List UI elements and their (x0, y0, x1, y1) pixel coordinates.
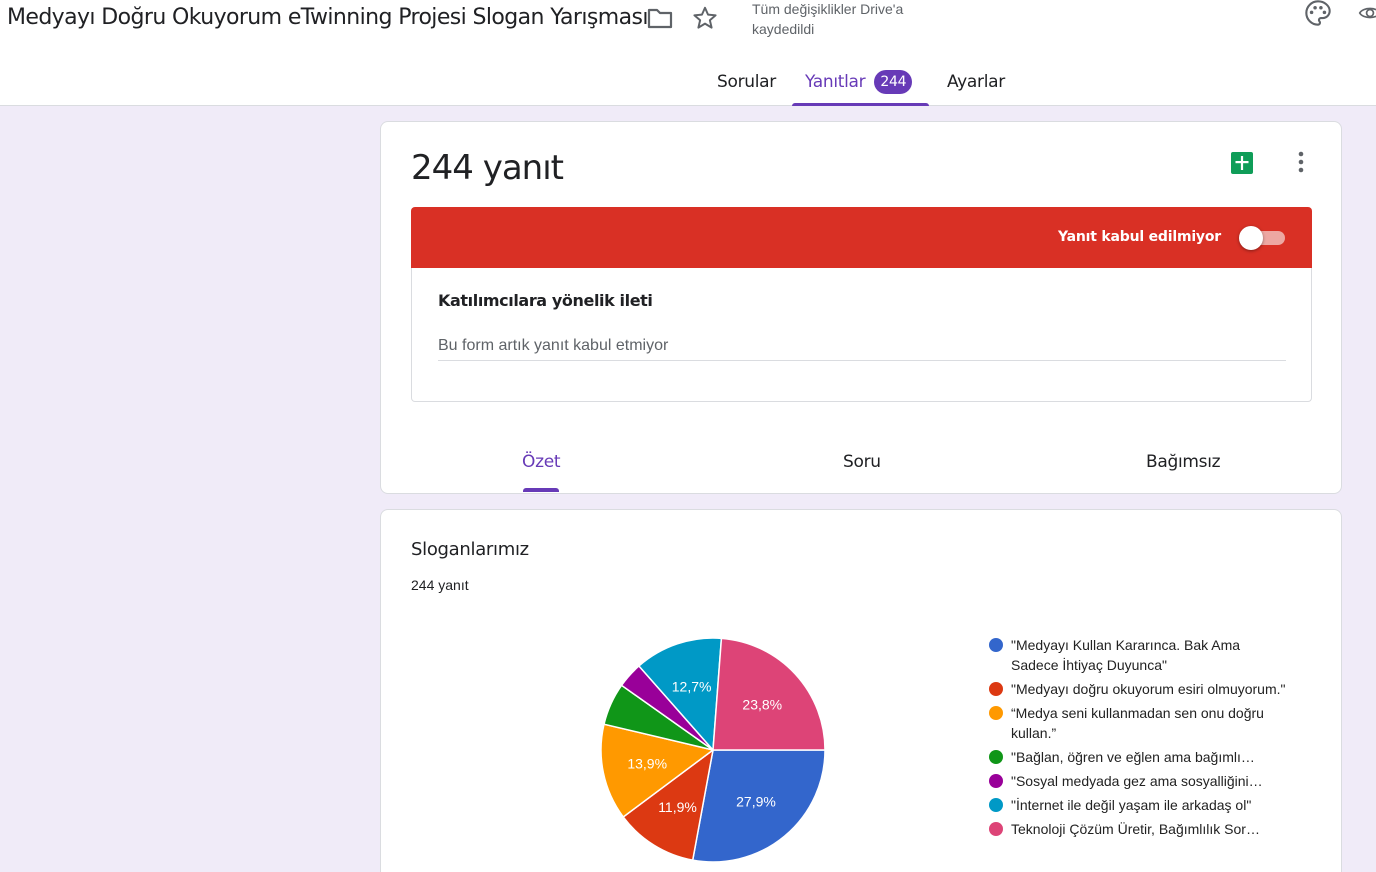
star-icon[interactable] (690, 3, 720, 33)
legend-dot (989, 682, 1003, 696)
legend-dot (989, 774, 1003, 788)
legend-item[interactable]: "Sosyal medyada gez ama sosyalliğini… (989, 771, 1289, 791)
tab-ayarlar[interactable]: Ayarlar (947, 60, 1005, 106)
legend-label: "Medyayı Kullan Kararınca. Bak Ama Sadec… (1011, 637, 1241, 673)
palette-icon[interactable] (1302, 0, 1334, 27)
legend-label: "İnternet ile değil yaşam ile arkadaş ol… (1011, 797, 1252, 813)
message-label: Katılımcılara yönelik ileti (438, 291, 653, 310)
more-options-icon[interactable] (1289, 148, 1313, 176)
folder-icon[interactable] (645, 4, 675, 32)
toggle-thumb (1239, 226, 1263, 250)
legend-item[interactable]: "İnternet ile değil yaşam ile arkadaş ol… (989, 795, 1289, 815)
pie-slice-label: 13,9% (627, 756, 667, 772)
banner-label: Yanıt kabul edilmiyor (1057, 229, 1221, 245)
question-response-count: 244 yanıt (411, 577, 469, 593)
save-status: Tüm değişiklikler Drive'a kaydedildi (752, 1, 904, 37)
legend-dot (989, 638, 1003, 652)
question-summary-card: Sloganlarımız 244 yanıt 27,9% 11,9% 13,9% 1… (380, 509, 1342, 872)
pie-slice-label: 23,8% (742, 696, 782, 712)
legend-dot (989, 798, 1003, 812)
legend-dot (989, 750, 1003, 764)
top-bar: Medyayı Doğru Okuyorum eTwinning Projesi… (0, 0, 1376, 106)
pie-chart: 27,9% 11,9% 13,9% 12,7% 23,8% (600, 637, 826, 863)
subtab-ozet[interactable]: Özet (522, 452, 561, 472)
legend-label: "Medyayı doğru okuyorum esiri olmuyorum.… (1011, 681, 1286, 697)
legend-item[interactable]: "Bağlan, öğren ve eğlen ama bağımlı… (989, 747, 1289, 767)
tab-yanitlar-label: Yanıtlar (805, 72, 866, 92)
legend-item[interactable]: "Medyayı doğru okuyorum esiri olmuyorum.… (989, 679, 1289, 699)
eye-icon[interactable] (1358, 0, 1376, 27)
pie-slice[interactable] (712, 637, 826, 751)
response-count-badge: 244 (874, 70, 913, 94)
tab-ayarlar-label: Ayarlar (947, 72, 1005, 92)
tab-sorular[interactable]: Sorular (717, 60, 776, 106)
sheets-icon[interactable] (1229, 150, 1255, 176)
legend-dot (989, 706, 1003, 720)
tab-yanitlar[interactable]: Yanıtlar 244 (792, 60, 929, 106)
legend-dot (989, 822, 1003, 836)
pie-slice-label: 27,9% (736, 794, 776, 810)
legend-item[interactable]: Teknoloji Çözüm Üretir, Bağımlılık Sor… (989, 819, 1289, 839)
form-title[interactable]: Medyayı Doğru Okuyorum eTwinning Projesi… (7, 5, 648, 30)
legend-item[interactable]: “Medya seni kullanmadan sen onu doğru ku… (989, 703, 1289, 743)
pie-slice-label: 12,7% (672, 678, 712, 694)
respondent-message-box: Katılımcılara yönelik ileti (411, 268, 1312, 402)
subtab-bagimsiz[interactable]: Bağımsız (1146, 452, 1221, 472)
question-title: Sloganlarımız (411, 539, 529, 560)
tab-sorular-label: Sorular (717, 72, 776, 92)
accepting-responses-toggle[interactable] (1239, 224, 1287, 250)
legend-label: "Bağlan, öğren ve eğlen ama bağımlı… (1011, 749, 1255, 765)
legend-item[interactable]: "Medyayı Kullan Kararınca. Bak Ama Sadec… (989, 635, 1289, 675)
response-count-heading: 244 yanıt (411, 148, 564, 188)
pie-slice-label: 11,9% (658, 799, 697, 815)
subtab-soru[interactable]: Soru (843, 452, 881, 472)
responses-summary-card: 244 yanıt Yanıt kabul edilmiyor Katılımc… (380, 121, 1342, 494)
legend-label: “Medya seni kullanmadan sen onu doğru ku… (1011, 705, 1264, 741)
legend-label: Teknoloji Çözüm Üretir, Bağımlılık Sor… (1011, 821, 1260, 837)
subtab-active-indicator (523, 488, 559, 492)
chart-legend: "Medyayı Kullan Kararınca. Bak Ama Sadec… (989, 635, 1289, 843)
legend-label: "Sosyal medyada gez ama sosyalliğini… (1011, 773, 1263, 789)
message-input[interactable] (438, 331, 1286, 361)
not-accepting-banner: Yanıt kabul edilmiyor (411, 207, 1312, 268)
